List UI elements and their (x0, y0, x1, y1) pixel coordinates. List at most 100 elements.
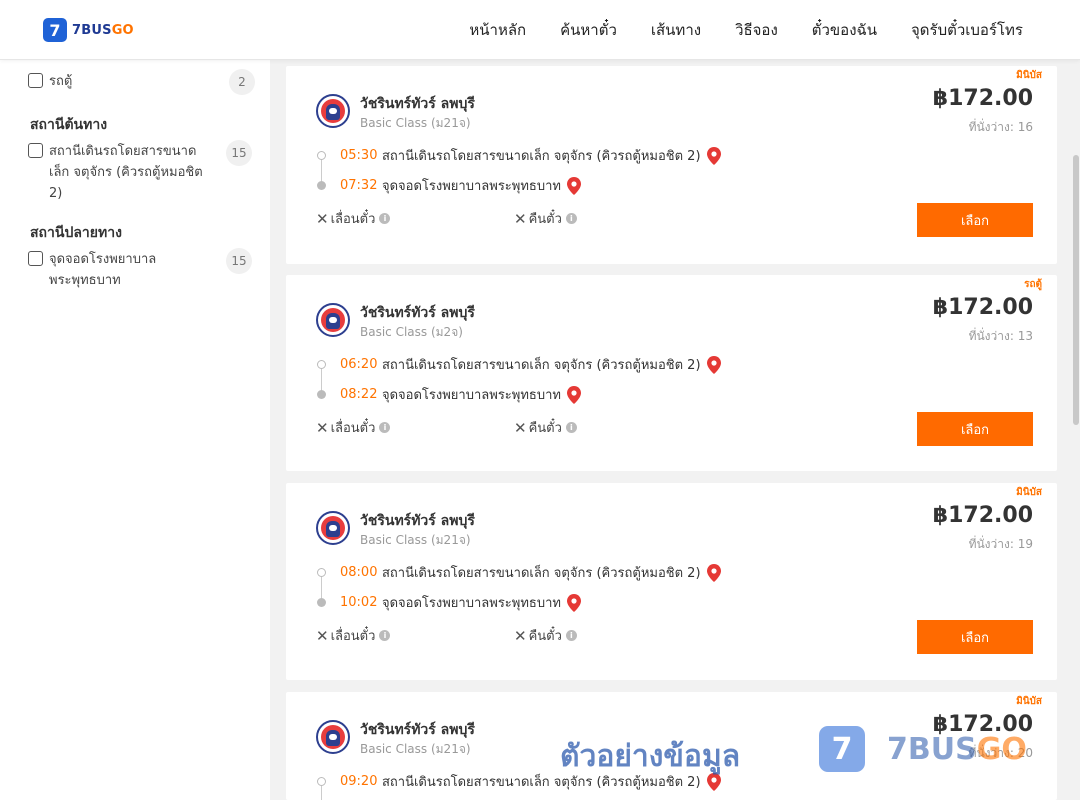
departure-stop: 08:00 สถานีเดินรถโดยสารขนาดเล็ก จตุจักร … (340, 562, 721, 583)
vehicle-type-badge: รถตู้ (1024, 279, 1042, 290)
info-icon[interactable]: i (565, 213, 577, 224)
reschedule-policy: ✕ เลื่อนตั๋ว i (316, 625, 391, 646)
timeline-line (321, 365, 322, 393)
select-trip-button[interactable]: เลือก (917, 203, 1033, 237)
timeline-line (321, 156, 322, 184)
filter-label: จุดจอดโรงพยาบาลพระพุทธบาท (49, 252, 157, 288)
destination-station-heading: สถานีปลายทาง (30, 225, 122, 241)
top-navigation-bar: 7 7BUSGO หน้าหลัก ค้นหาตั๋ว เส้นทาง วิธี… (0, 0, 1080, 60)
nav-ticket-pickup-phone[interactable]: จุดรับตั๋วเบอร์โทร (911, 18, 1023, 42)
arrival-time: 07:32 (340, 178, 378, 193)
logo-mark-icon: 7 (43, 18, 67, 42)
page-scrollbar[interactable] (1072, 60, 1080, 800)
departure-station: สถานีเดินรถโดยสารขนาดเล็ก จตุจักร (คิวรถ… (382, 358, 701, 373)
refund-policy: ✕ คืนตั๋ว i (514, 208, 577, 229)
departure-dot-icon (317, 568, 326, 577)
refund-policy: ✕ คืนตั๋ว i (514, 625, 577, 646)
vehicle-type-badge: มินิบัส (1016, 487, 1042, 498)
departure-time: 06:20 (340, 357, 378, 372)
nav-home[interactable]: หน้าหลัก (469, 18, 526, 42)
operator-logo-icon (316, 303, 350, 337)
filter-origin-station[interactable]: สถานีเดินรถโดยสารขนาดเล็ก จตุจักร (คิวรถ… (28, 141, 204, 204)
info-icon[interactable]: i (379, 422, 391, 433)
service-class: Basic Class (ม21จ) (360, 116, 471, 130)
departure-time: 05:30 (340, 148, 378, 163)
departure-stop: 05:30 สถานีเดินรถโดยสารขนาดเล็ก จตุจักร … (340, 145, 721, 166)
service-class: Basic Class (ม2จ) (360, 325, 463, 339)
info-icon[interactable]: i (379, 213, 391, 224)
nav-routes[interactable]: เส้นทาง (651, 18, 701, 42)
arrival-stop: 08:22 จุดจอดโรงพยาบาลพระพุทธบาท (340, 384, 581, 405)
not-allowed-icon: ✕ (316, 209, 329, 228)
operator-logo-icon (316, 94, 350, 128)
seats-available: ที่นั่งว่าง: 19 (968, 537, 1033, 551)
trip-card: มินิบัส วัชรินทร์ทัวร์ ลพบุรี Basic Clas… (286, 66, 1057, 264)
departure-station: สถานีเดินรถโดยสารขนาดเล็ก จตุจักร (คิวรถ… (382, 566, 701, 581)
service-class: Basic Class (ม21จ) (360, 533, 471, 547)
policy-label: คืนตั๋ว (528, 212, 562, 227)
nav-search-ticket[interactable]: ค้นหาตั๋ว (560, 18, 617, 42)
departure-dot-icon (317, 151, 326, 160)
ticket-price: ฿172.00 (932, 503, 1033, 528)
nav-my-tickets[interactable]: ตั๋วของฉัน (812, 18, 877, 42)
checkbox[interactable] (28, 73, 43, 88)
not-allowed-icon: ✕ (514, 626, 527, 645)
departure-dot-icon (317, 360, 326, 369)
map-pin-icon[interactable] (566, 176, 581, 195)
map-pin-icon[interactable] (706, 146, 721, 165)
arrival-stop: 10:02 จุดจอดโรงพยาบาลพระพุทธบาท (340, 592, 581, 613)
nav-how-to-book[interactable]: วิธีจอง (735, 18, 778, 42)
trip-card: รถตู้ วัชรินทร์ทัวร์ ลพบุรี Basic Class … (286, 275, 1057, 471)
arrival-station: จุดจอดโรงพยาบาลพระพุทธบาท (382, 596, 561, 611)
seats-available: ที่นั่งว่าง: 13 (968, 329, 1033, 343)
timeline-line (321, 573, 322, 601)
departure-dot-icon (317, 777, 326, 786)
filter-count-badge: 2 (229, 69, 255, 95)
arrival-dot-icon (317, 181, 326, 190)
ticket-price: ฿172.00 (932, 86, 1033, 111)
departure-station: สถานีเดินรถโดยสารขนาดเล็ก จตุจักร (คิวรถ… (382, 149, 701, 164)
map-pin-icon[interactable] (706, 355, 721, 374)
site-logo[interactable]: 7 7BUSGO (43, 18, 134, 42)
filter-label: รถตู้ (49, 74, 73, 89)
departure-time: 08:00 (340, 565, 378, 580)
arrival-dot-icon (317, 390, 326, 399)
checkbox[interactable] (28, 251, 43, 266)
logo-text: 7BUSGO (72, 22, 134, 38)
filter-count-badge: 15 (226, 248, 252, 274)
policy-label: เลื่อนตั๋ว (330, 421, 376, 436)
select-trip-button[interactable]: เลือก (917, 412, 1033, 446)
operator-logo-icon (316, 720, 350, 754)
select-trip-button[interactable]: เลือก (917, 620, 1033, 654)
checkbox[interactable] (28, 143, 43, 158)
arrival-station: จุดจอดโรงพยาบาลพระพุทธบาท (382, 388, 561, 403)
operator-logo-icon (316, 511, 350, 545)
info-icon[interactable]: i (565, 630, 577, 641)
main-nav: หน้าหลัก ค้นหาตั๋ว เส้นทาง วิธีจอง ตั๋วข… (435, 0, 1023, 60)
filter-count-badge: 15 (226, 140, 252, 166)
vehicle-type-badge: มินิบัส (1016, 70, 1042, 81)
policy-label: เลื่อนตั๋ว (330, 212, 376, 227)
filter-vehicle-van[interactable]: รถตู้ (28, 71, 204, 92)
not-allowed-icon: ✕ (514, 418, 527, 437)
policy-label: เลื่อนตั๋ว (330, 629, 376, 644)
watermark-brand: 7BUSGO (887, 732, 1027, 767)
map-pin-icon[interactable] (566, 593, 581, 612)
policy-label: คืนตั๋ว (528, 629, 562, 644)
scrollbar-thumb[interactable] (1073, 155, 1079, 425)
info-icon[interactable]: i (379, 630, 391, 641)
filter-destination-station[interactable]: จุดจอดโรงพยาบาลพระพุทธบาท (28, 249, 204, 291)
not-allowed-icon: ✕ (316, 626, 329, 645)
map-pin-icon[interactable] (566, 385, 581, 404)
filter-sidebar: รถตู้ 2 สถานีต้นทาง สถานีเดินรถโดยสารขนา… (0, 60, 270, 800)
operator-name: วัชรินทร์ทัวร์ ลพบุรี (360, 722, 475, 738)
not-allowed-icon: ✕ (316, 418, 329, 437)
info-icon[interactable]: i (565, 422, 577, 433)
departure-stop: 06:20 สถานีเดินรถโดยสารขนาดเล็ก จตุจักร … (340, 354, 721, 375)
map-pin-icon[interactable] (706, 563, 721, 582)
not-allowed-icon: ✕ (514, 209, 527, 228)
operator-name: วัชรินทร์ทัวร์ ลพบุรี (360, 96, 475, 112)
trip-card: มินิบัส วัชรินทร์ทัวร์ ลพบุรี Basic Clas… (286, 483, 1057, 680)
refund-policy: ✕ คืนตั๋ว i (514, 417, 577, 438)
watermark-logo-icon: 7 (819, 726, 865, 772)
